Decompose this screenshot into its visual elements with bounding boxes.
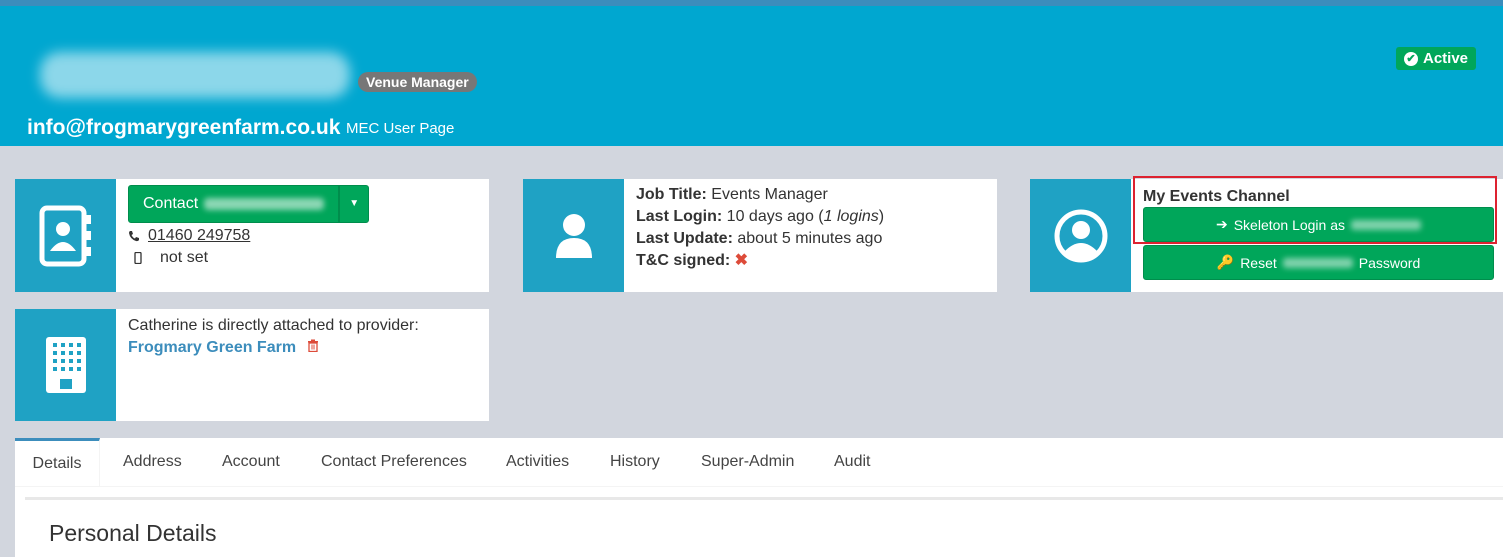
last-login-label: Last Login: [636,208,723,225]
tab-label: Audit [834,453,871,470]
provider-text: Catherine is directly attached to provid… [128,317,419,334]
provider-box: Catherine is directly attached to provid… [15,309,489,421]
mobile-number: not set [160,249,209,266]
tab-label: Activities [506,453,570,470]
tab-super-admin[interactable]: Super-Admin [701,438,794,486]
last-update-value: about 5 minutes ago [737,230,883,247]
phone-row: 01460 249758 [128,225,483,247]
key-icon: 🔑 [1216,254,1235,270]
job-title-row: Job Title: Events Manager [636,184,991,206]
provider-icon-cell [15,309,116,421]
tabs-bar: Details Address Account Contact Preferen… [15,438,1503,487]
details-panel: Personal Details [15,487,1503,557]
last-update-row: Last Update: about 5 minutes ago [636,228,991,250]
reset-prefix: Reset [1240,254,1277,271]
contact-dropdown-toggle[interactable]: ▼ [339,185,370,223]
phone-number[interactable]: 01460 249758 [148,225,250,247]
user-page-link[interactable]: MEC User Page [346,120,454,137]
tab-address[interactable]: Address [123,438,182,486]
mobile-icon [134,252,142,264]
x-icon: ✖ [734,252,749,269]
tab-label: Address [123,453,182,470]
channel-icon-cell [1030,179,1131,292]
contact-name-blurred [204,198,325,210]
tab-activities[interactable]: Activities [506,438,569,486]
contact-button-group: Contact ▼ [128,185,483,223]
tab-contact-preferences[interactable]: Contact Preferences [321,438,467,486]
tab-label: History [610,453,660,470]
contact-box: Contact ▼ 01460 249758 not set [15,179,489,292]
mobile-row: not set [134,247,483,269]
tab-label: Account [222,453,280,470]
contact-icon-cell [15,179,116,292]
contact-button-label: Contact [143,195,199,212]
tc-row: T&C signed: ✖ [636,250,991,272]
tab-label: Super-Admin [701,453,795,470]
reset-suffix: Password [1358,254,1421,271]
status-badge: ✔ Active [1396,47,1477,70]
building-icon [45,337,86,393]
tab-account[interactable]: Account [222,438,280,486]
phone-icon [129,231,139,242]
user-name-blurred [40,52,350,98]
profile-box: Job Title: Events Manager Last Login: 10… [523,179,997,292]
contact-book-icon [39,205,91,266]
tab-label: Contact Preferences [321,453,467,470]
last-login-row: Last Login: 10 days ago (1 logins) [636,206,991,228]
status-label: Active [1423,50,1469,67]
tab-audit[interactable]: Audit [834,438,870,486]
check-circle-icon: ✔ [1404,51,1418,66]
reset-password-button[interactable]: 🔑 Reset Password [1143,245,1494,280]
panel-title: Personal Details [49,520,217,546]
trash-icon[interactable] [307,339,319,353]
job-title-value: Events Manager [711,186,828,203]
provider-row: Frogmary Green Farm [128,337,483,359]
login-count: 1 logins [823,208,879,225]
last-login-close: ) [878,208,885,225]
user-circle-icon [1054,209,1107,262]
last-update-label: Last Update: [636,230,733,247]
panel-divider [25,497,1503,500]
tab-history[interactable]: History [610,438,660,486]
user-email: info@frogmarygreenfarm.co.uk [27,116,341,139]
last-login-value: 10 days ago ( [726,208,824,225]
caret-down-icon: ▼ [349,198,360,209]
job-title-label: Job Title: [636,186,707,203]
role-badge: Venue Manager [358,72,477,92]
tab-label: Details [32,454,82,472]
user-icon [555,213,592,258]
profile-icon-cell [523,179,624,292]
user-header: Venue Manager info@frogmarygreenfarm.co.… [0,6,1503,146]
reset-name-blurred [1282,257,1353,268]
provider-link[interactable]: Frogmary Green Farm [128,339,296,356]
highlight-frame [1133,176,1497,244]
contact-button[interactable]: Contact [128,185,340,223]
tab-details[interactable]: Details [15,438,100,486]
tc-label: T&C signed: [636,252,731,269]
